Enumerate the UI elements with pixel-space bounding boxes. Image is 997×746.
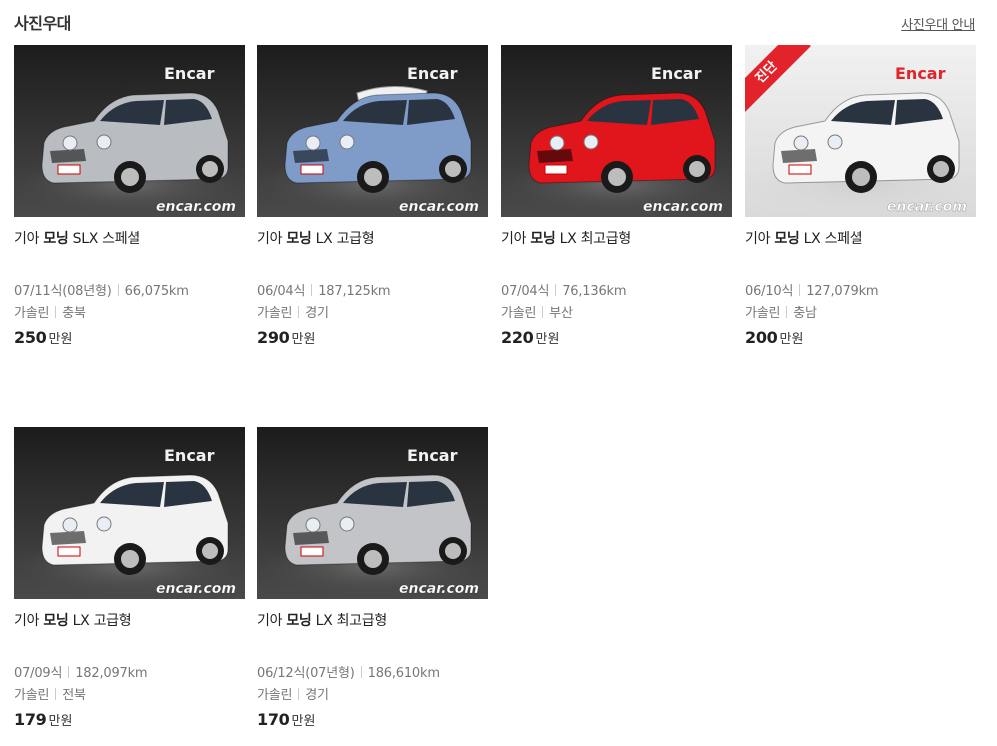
encar-logo: Encar [895, 64, 946, 83]
encar-logo: Encar [651, 64, 702, 83]
listing-fuel-region: 가솔린 전북 [14, 688, 86, 703]
listing-title[interactable]: 기아 모닝 LX 고급형 [14, 610, 132, 630]
listing-fuel-region: 가솔린 부산 [501, 306, 573, 321]
white-car-photo: Encar encar.com [14, 427, 245, 599]
listing-card[interactable]: Encar encar.com 기아 모닝 LX 고급형 06/04식 187,1… [257, 45, 488, 355]
car-photo[interactable]: Encar encar.com [14, 45, 245, 217]
listing-title[interactable]: 기아 모닝 LX 최고급형 [501, 228, 631, 248]
listing-fuel-region: 가솔린 경기 [257, 688, 329, 703]
encar-watermark: encar.com [399, 199, 479, 215]
listing-price: 179 만원 [14, 710, 73, 729]
listing-title[interactable]: 기아 모닝 LX 고급형 [257, 228, 375, 248]
encar-logo: Encar [407, 446, 458, 465]
blue-car-photo: Encar encar.com [257, 45, 488, 217]
listing-card[interactable]: Encar encar.com 기아 모닝 LX 고급형 07/09식 182,0… [14, 427, 245, 737]
encar-watermark: encar.com [643, 199, 723, 215]
encar-watermark: encar.com [156, 199, 236, 215]
listing-fuel-region: 가솔린 충남 [745, 306, 817, 321]
encar-logo: Encar [164, 446, 215, 465]
silver-car-photo: Encar encar.com [14, 45, 245, 217]
listing-price: 170 만원 [257, 710, 316, 729]
listing-price: 220 만원 [501, 328, 560, 347]
listing-price: 290 만원 [257, 328, 316, 347]
listing-year-mileage: 06/10식 127,079km [745, 284, 879, 299]
photo-premium-guide-link[interactable]: 사진우대 안내 [901, 14, 975, 33]
section-title: 사진우대 [14, 14, 71, 33]
listing-title[interactable]: 기아 모닝 LX 스페셜 [745, 228, 863, 248]
listing-title[interactable]: 기아 모닝 SLX 스페셜 [14, 228, 140, 248]
listing-year-mileage: 07/04식 76,136km [501, 284, 627, 299]
encar-watermark: encar.com [156, 581, 236, 597]
listing-price: 200 만원 [745, 328, 804, 347]
listing-year-mileage: 07/09식 182,097km [14, 666, 148, 681]
diagnosis-badge: 진단 [745, 45, 815, 115]
red-car-photo: Encar encar.com [501, 45, 732, 217]
listing-fuel-region: 가솔린 충북 [14, 306, 86, 321]
encar-watermark: encar.com [399, 581, 479, 597]
listing-year-mileage: 07/11식(08년형) 66,075km [14, 284, 189, 299]
encar-watermark: encar.com [887, 199, 967, 215]
car-photo[interactable]: Encar encar.com [14, 427, 245, 599]
car-photo[interactable]: Encar encar.com [257, 45, 488, 217]
silver-car-photo: Encar encar.com [257, 427, 488, 599]
car-photo[interactable]: Encar encar.com [257, 427, 488, 599]
encar-logo: Encar [407, 64, 458, 83]
listing-price: 250 만원 [14, 328, 73, 347]
listing-card[interactable]: Encar encar.com 진단 기아 모닝 LX 스페셜 06/10식 12… [745, 45, 976, 355]
listing-card[interactable]: Encar encar.com 기아 모닝 LX 최고급형 07/04식 76,1… [501, 45, 732, 355]
listing-fuel-region: 가솔린 경기 [257, 306, 329, 321]
listing-year-mileage: 06/12식(07년형) 186,610km [257, 666, 440, 681]
car-photo[interactable]: Encar encar.com [501, 45, 732, 217]
listing-title[interactable]: 기아 모닝 LX 최고급형 [257, 610, 387, 630]
listing-card[interactable]: Encar encar.com 기아 모닝 LX 최고급형 06/12식(07년… [257, 427, 488, 737]
listing-year-mileage: 06/04식 187,125km [257, 284, 391, 299]
listing-card[interactable]: Encar encar.com 기아 모닝 SLX 스페셜 07/11식(08년… [14, 45, 245, 355]
encar-logo: Encar [164, 64, 215, 83]
